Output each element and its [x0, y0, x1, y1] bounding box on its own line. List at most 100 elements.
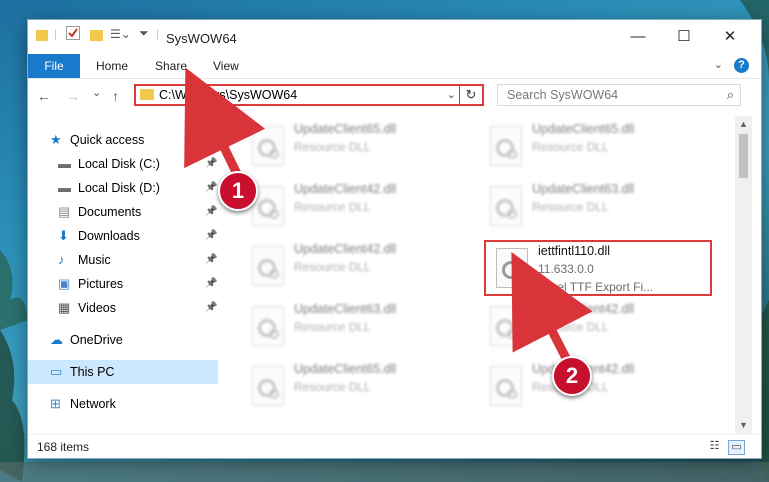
file-detail: Resource DLL	[294, 260, 371, 274]
file-detail: Resource DLL	[294, 200, 371, 214]
address-path[interactable]: C:\Windows\SysWOW64	[159, 88, 297, 102]
folder-icon	[140, 89, 154, 100]
file-name: iettfintl110.dll	[538, 244, 611, 258]
file-list: UpdateClient65.dll Resource DLL UpdateClie…	[220, 116, 735, 434]
videos-icon: ▦	[58, 300, 71, 315]
sidebar-item-label: Local Disk (D:)	[78, 181, 160, 195]
sidebar-item-network[interactable]: ⊞ Network	[28, 392, 218, 416]
dll-file-icon	[490, 186, 522, 226]
file-item[interactable]: iettfintl110.dll 11.633.0.0 Corel TTF Expo…	[484, 240, 712, 296]
folder-icon	[36, 30, 48, 41]
tab-file[interactable]: File	[28, 54, 80, 78]
recent-locations-button[interactable]: ⌄	[92, 86, 101, 99]
file-detail: Resource DLL	[294, 320, 371, 334]
pin-icon[interactable]: 📌	[205, 200, 217, 224]
file-item[interactable]: UpdateClient42.dllResource DLL	[242, 240, 470, 296]
sidebar-item-local-disk-c[interactable]: ▬ Local Disk (C:) 📌	[28, 152, 218, 176]
dll-file-icon	[490, 366, 522, 406]
sidebar-item-label: Pictures	[78, 277, 124, 291]
sidebar-item-label: OneDrive	[70, 333, 123, 347]
file-detail: Resource DLL	[532, 320, 609, 334]
new-folder-icon[interactable]	[90, 30, 103, 41]
sidebar-item-documents[interactable]: ▤ Documents 📌	[28, 200, 218, 224]
sidebar-item-label: Documents	[78, 205, 142, 219]
pin-icon[interactable]: 📌	[205, 272, 217, 296]
pin-icon[interactable]: 📌	[205, 176, 217, 200]
documents-icon: ▤	[58, 204, 71, 219]
back-button[interactable]: ←	[37, 88, 51, 104]
search-icon[interactable]: ⌕	[727, 87, 734, 103]
minimize-button[interactable]: —	[615, 20, 661, 54]
file-item[interactable]: UpdateClient65.dll Resource DLL	[242, 120, 470, 176]
help-icon[interactable]: ?	[734, 58, 749, 73]
dll-file-icon	[252, 126, 284, 166]
file-item[interactable]: UpdateClient65.dll Resource DLL	[242, 360, 470, 416]
file-detail: 11.633.0.0	[538, 262, 594, 276]
sidebar-item-music[interactable]: ♪ Music 📌	[28, 248, 218, 272]
file-detail: Resource DLL	[532, 200, 609, 214]
sidebar-item-label: Downloads	[78, 229, 140, 243]
separator: |	[156, 27, 160, 41]
search-box[interactable]: Search SysWOW64 ⌕	[497, 84, 741, 106]
file-item[interactable]: UpdateClient63.dll Resource DLL	[242, 300, 470, 356]
separator: |	[54, 27, 58, 41]
file-name: UpdateClient65.dll	[532, 122, 635, 136]
refresh-button[interactable]: ↻	[459, 84, 482, 106]
tab-share[interactable]: Share	[155, 54, 187, 78]
properties-icon[interactable]	[66, 26, 80, 40]
tab-home[interactable]: Home	[96, 54, 128, 78]
file-item[interactable]: UpdateClient65.dll Resource DLL	[480, 120, 708, 176]
network-icon: ⊞	[50, 396, 61, 411]
file-detail: Resource DLL	[532, 140, 609, 154]
large-icons-view-icon[interactable]: ▭	[728, 440, 745, 455]
chevron-down-icon[interactable]: ⌄	[447, 88, 456, 101]
tab-view[interactable]: View	[213, 54, 239, 78]
file-name: UpdateClient65.dll	[294, 122, 397, 136]
sidebar-item-label: Videos	[78, 301, 116, 315]
file-name: UpdateClient63.dll	[532, 182, 635, 196]
pin-icon[interactable]: 📌	[205, 248, 217, 272]
forward-button[interactable]: →	[66, 88, 80, 104]
pin-icon[interactable]: 📌	[205, 224, 217, 248]
sidebar-item-pictures[interactable]: ▣ Pictures 📌	[28, 272, 218, 296]
file-name: UpdateClient63.dll	[294, 302, 397, 316]
file-item[interactable]: UpdateClient42.dllResource DLL	[242, 180, 470, 236]
vertical-scrollbar[interactable]: ▲ ▼	[735, 116, 752, 434]
navigation-bar: ← → ⌄ ↑ C:\Windows\SysWOW64 ⌄ ↻ Search S…	[28, 78, 761, 116]
window-title: SysWOW64	[166, 31, 237, 46]
sidebar-item-this-pc[interactable]: ▭ This PC	[28, 360, 218, 384]
maximize-button[interactable]: ☐	[661, 20, 707, 54]
pin-icon[interactable]: 📌	[205, 152, 217, 176]
music-icon: ♪	[58, 252, 65, 267]
file-item[interactable]: UpdateClient63.dll Resource DLL	[480, 180, 708, 236]
sidebar-item-downloads[interactable]: ⬇ Downloads 📌	[28, 224, 218, 248]
sidebar-item-onedrive[interactable]: ☁ OneDrive	[28, 328, 218, 352]
sidebar-item-local-disk-d[interactable]: ▬ Local Disk (D:) 📌	[28, 176, 218, 200]
file-name: UpdateClient65.dll	[294, 362, 397, 376]
step-2-badge: 2	[552, 356, 592, 396]
sidebar-item-videos[interactable]: ▦ Videos 📌	[28, 296, 218, 320]
toolbar-dropdown-icon[interactable]: ⏷	[139, 26, 149, 41]
address-bar[interactable]: C:\Windows\SysWOW64 ⌄ ↻	[134, 84, 484, 106]
sidebar-item-quick-access[interactable]: ★ Quick access	[28, 128, 218, 152]
file-item[interactable]: UpdateClient42.dllResource DLL	[480, 360, 708, 416]
expand-ribbon-icon[interactable]: ⌄	[714, 58, 723, 71]
scroll-up-button[interactable]: ▲	[735, 116, 752, 133]
file-item[interactable]: UpdateClient42.dll Resource DLL	[480, 300, 708, 356]
item-count: 168 items	[37, 440, 90, 454]
file-name: UpdateClient42.dll	[532, 302, 635, 316]
title-bar: | ☰⌄ ⏷ | SysWOW64 — ☐ ✕	[28, 20, 761, 54]
search-input[interactable]: Search SysWOW64	[507, 88, 618, 102]
scroll-thumb[interactable]	[739, 134, 748, 178]
up-button[interactable]: ↑	[112, 88, 119, 104]
cloud-icon: ☁	[50, 332, 63, 347]
scroll-down-button[interactable]: ▼	[735, 417, 752, 434]
drive-icon: ▬	[58, 180, 71, 195]
customize-toolbar-icon[interactable]: ☰⌄	[110, 27, 131, 41]
close-button[interactable]: ✕	[707, 20, 753, 54]
star-icon: ★	[50, 132, 62, 147]
details-view-icon[interactable]: ☷	[707, 440, 722, 453]
status-bar: 168 items ☷ ▭	[28, 434, 761, 458]
pin-icon[interactable]: 📌	[205, 296, 217, 320]
file-description: Corel TTF Export Fi...	[538, 280, 654, 294]
